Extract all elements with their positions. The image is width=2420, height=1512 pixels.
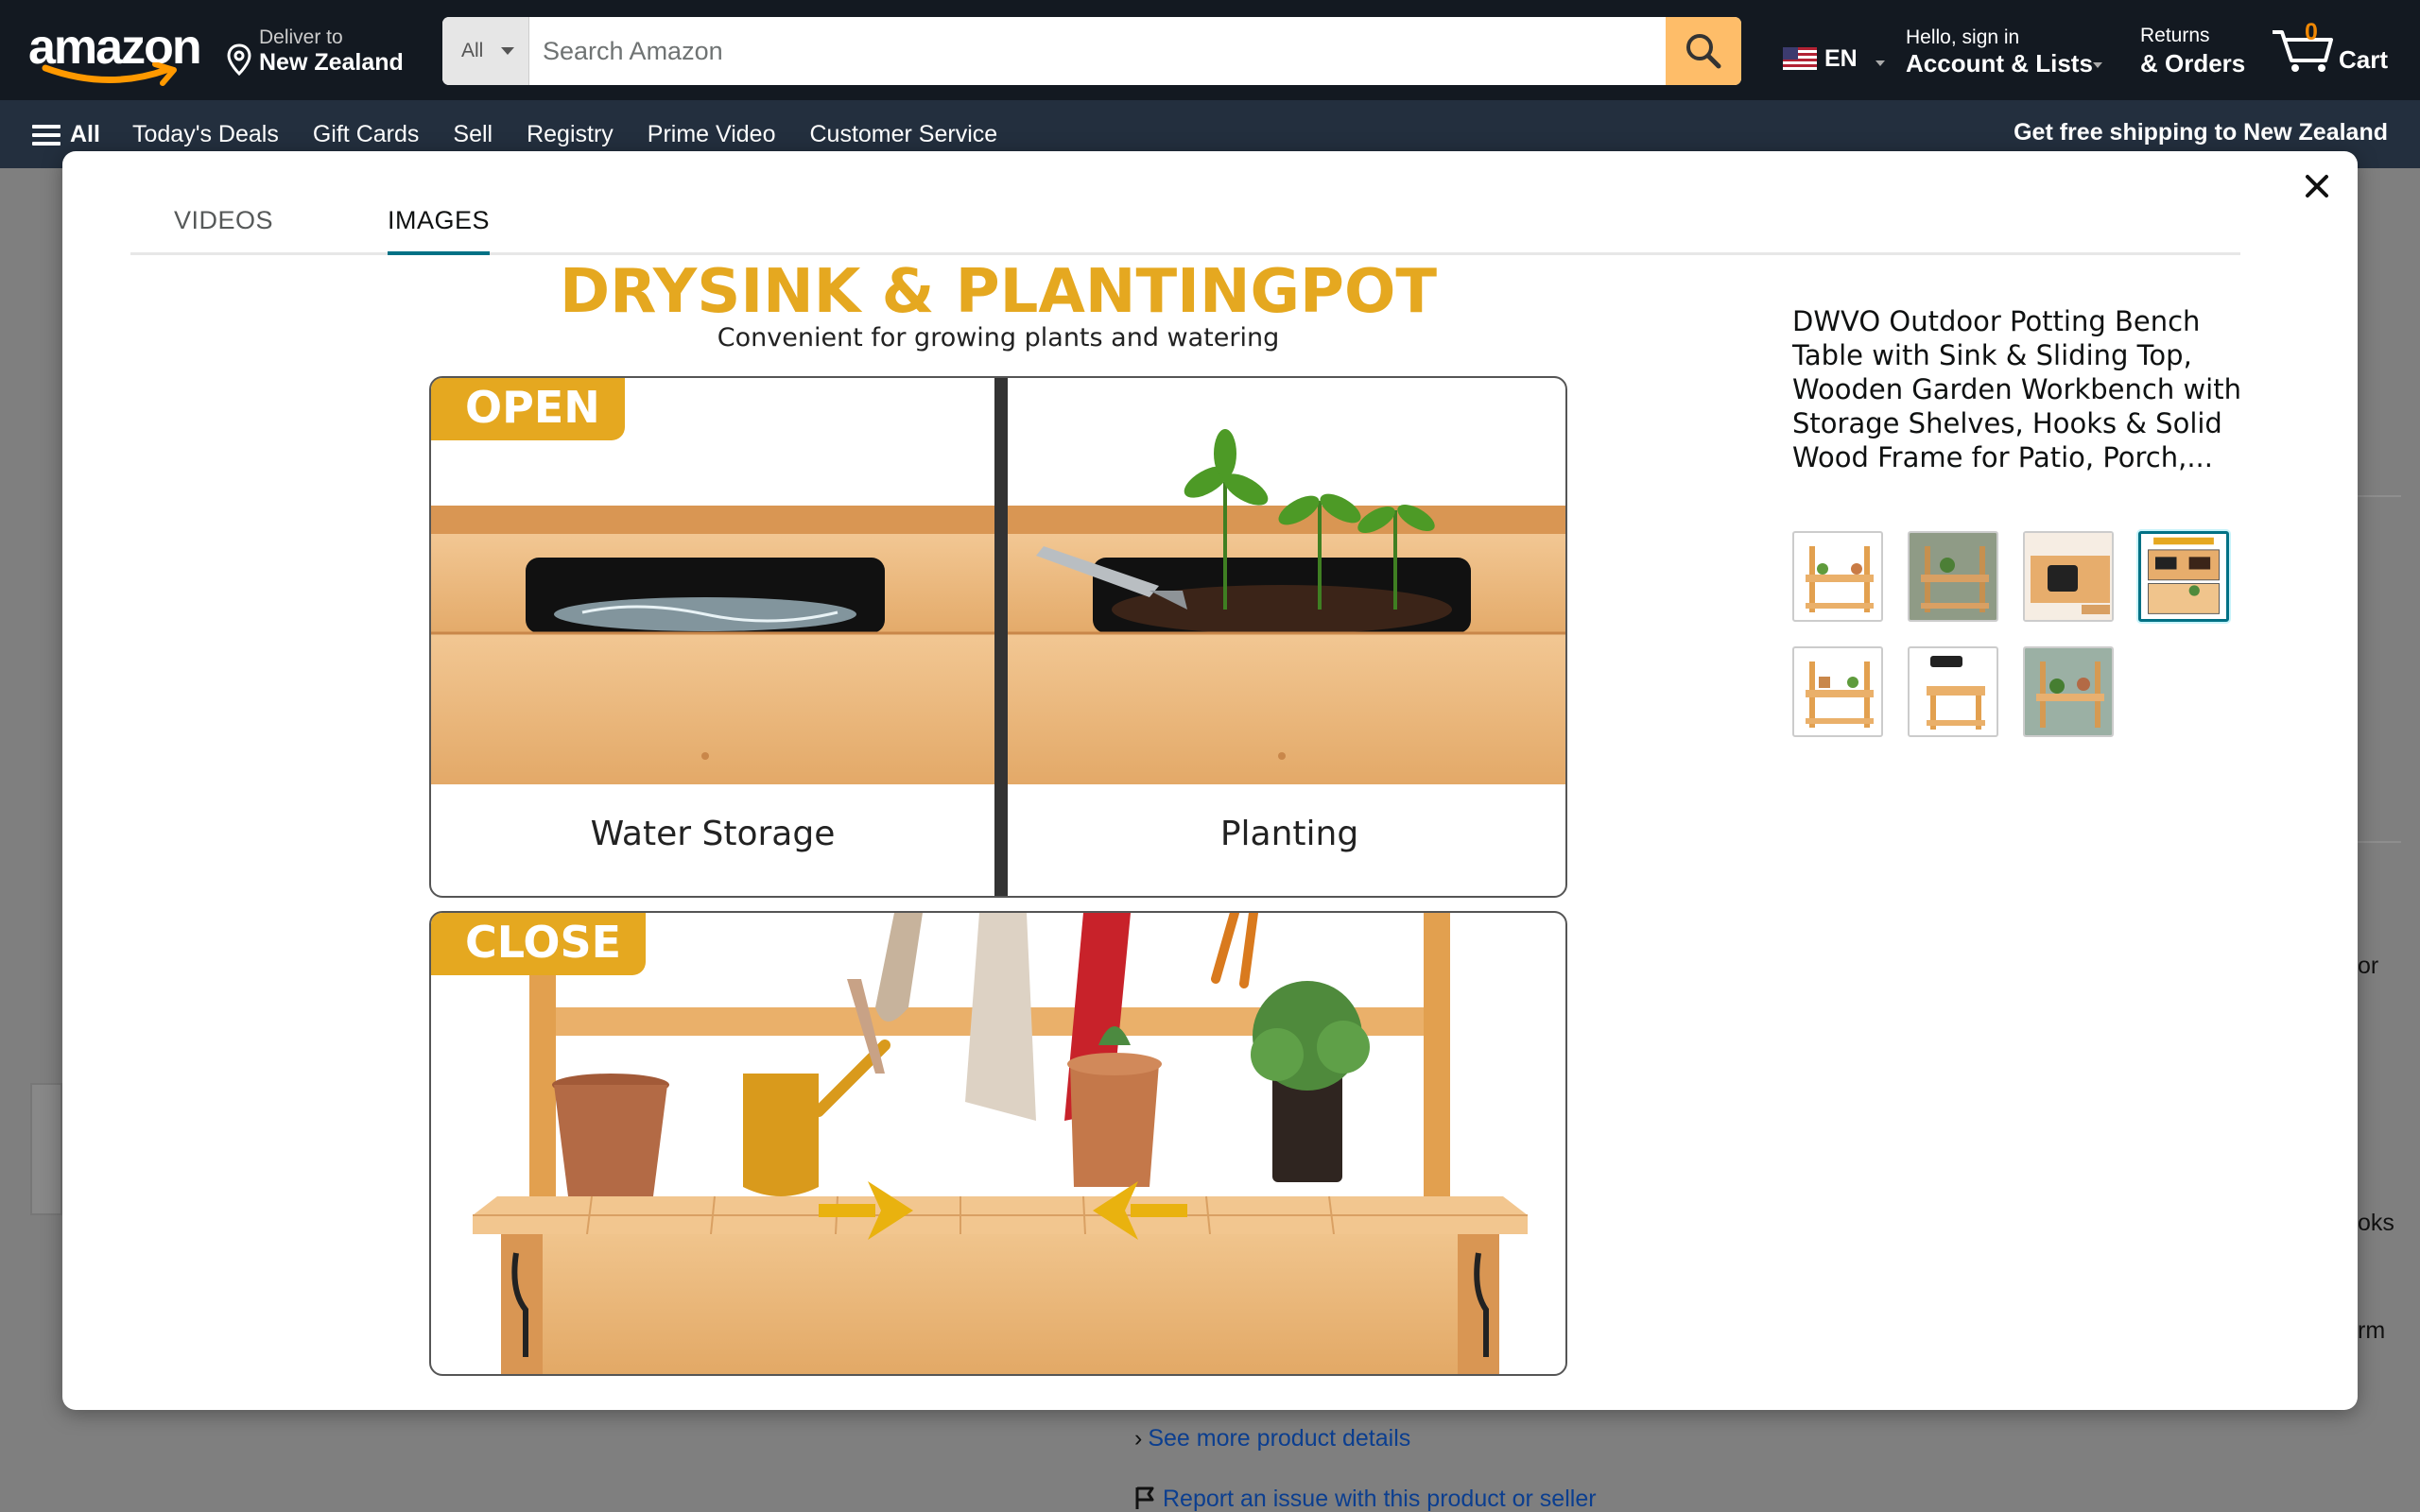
- deliver-location: New Zealand: [259, 49, 404, 76]
- thumbnail-6[interactable]: [1908, 646, 1998, 737]
- returns-label: Returns: [2140, 25, 2210, 46]
- flag-icon: [1135, 1486, 1154, 1509]
- thumbnail-image: [2025, 533, 2112, 620]
- background-text-fragment: rm: [2358, 1317, 2386, 1344]
- close-panel-illustration: [473, 913, 1528, 1374]
- account-menu[interactable]: Hello, sign in Account & Lists: [1906, 25, 2114, 81]
- thumbnail-7[interactable]: [2023, 646, 2114, 737]
- us-flag-icon: [1783, 47, 1817, 70]
- chevron-down-icon: [1876, 60, 1885, 66]
- location-pin-icon: [227, 43, 251, 76]
- language-label: EN: [1824, 45, 1858, 72]
- account-lists-label: Account & Lists: [1906, 49, 2093, 77]
- amazon-logo[interactable]: amazon: [28, 17, 202, 86]
- chevron-down-icon: [501, 47, 514, 55]
- nav-link-customer-service[interactable]: Customer Service: [809, 121, 997, 148]
- product-title: DWVO Outdoor Potting Bench Table with Si…: [1792, 305, 2241, 473]
- nav-link-gift-cards[interactable]: Gift Cards: [313, 121, 420, 148]
- thumbnail-2[interactable]: [1908, 531, 1998, 622]
- nav-link-sell[interactable]: Sell: [453, 121, 493, 148]
- cart-icon: [2273, 30, 2333, 72]
- search-input[interactable]: [529, 17, 1654, 85]
- tab-videos[interactable]: VIDEOS: [174, 206, 273, 255]
- nav-link-registry[interactable]: Registry: [527, 121, 614, 148]
- see-more-details-link[interactable]: › See more product details: [1134, 1425, 1410, 1452]
- thumbnail-image: [1806, 546, 1874, 612]
- nav-belt: amazon Deliver to New Zealand All Search…: [0, 0, 2420, 100]
- close-badge: CLOSE: [431, 913, 647, 975]
- see-more-details-label: See more product details: [1148, 1425, 1411, 1452]
- all-menu-label: All: [70, 121, 100, 147]
- background-text-fragment: oks: [2358, 1210, 2394, 1236]
- thumbnail-image: [2025, 648, 2112, 735]
- account-greeting: Hello, sign in: [1906, 26, 2020, 48]
- thumbnail-image: [1806, 662, 1874, 728]
- media-tabs: VIDEOS IMAGES: [130, 206, 2240, 255]
- image-subline: Convenient for growing plants and wateri…: [717, 323, 1280, 352]
- thumbnail-4[interactable]: [2138, 531, 2229, 622]
- image-viewer-modal: VIDEOS IMAGES DRYSINK & PLANTINGPOT Conv…: [62, 151, 2358, 1410]
- main-product-image[interactable]: DRYSINK & PLANTINGPOT Convenient for gro…: [365, 257, 1575, 1406]
- thumbnail-image: [1910, 533, 1996, 620]
- divider: [2358, 841, 2401, 843]
- search-category-dropdown[interactable]: All: [442, 17, 529, 85]
- water-storage-caption: Water Storage: [590, 815, 836, 853]
- search-icon: [1686, 34, 1721, 69]
- background-thumbnail: [30, 1083, 62, 1215]
- deliver-label: Deliver to: [259, 26, 343, 48]
- chevron-right-icon: ›: [1134, 1425, 1143, 1452]
- cart-count: 0: [2305, 19, 2318, 45]
- cart-button[interactable]: 0 Cart: [2271, 17, 2403, 83]
- search-button[interactable]: [1666, 17, 1741, 85]
- divider: [2358, 495, 2401, 497]
- thumbnail-image: [1927, 656, 1985, 730]
- thumbnail-grid: [1792, 531, 2246, 758]
- nav-links: Today's Deals Gift Cards Sell Registry P…: [132, 121, 997, 148]
- panel-divider: [994, 378, 1008, 896]
- thumbnail-1[interactable]: [1792, 531, 1883, 622]
- close-panel: CLOSE: [429, 911, 1567, 1376]
- search-category-label: All: [461, 40, 484, 61]
- deliver-to[interactable]: Deliver to New Zealand: [227, 23, 425, 79]
- planting-caption: Planting: [1219, 815, 1359, 853]
- orders-label: & Orders: [2140, 49, 2246, 77]
- background-text-fragment: or: [2358, 953, 2379, 979]
- tab-images[interactable]: IMAGES: [388, 206, 491, 255]
- shipping-promo[interactable]: Get free shipping to New Zealand: [2014, 119, 2388, 146]
- nav-link-prime-video[interactable]: Prime Video: [648, 121, 776, 148]
- thumbnail-5[interactable]: [1792, 646, 1883, 737]
- thumbnail-image: [2148, 537, 2220, 614]
- nav-link-todays-deals[interactable]: Today's Deals: [132, 121, 279, 148]
- cart-label: Cart: [2339, 45, 2389, 74]
- search-bar: All: [442, 17, 1741, 85]
- logo-smile-icon: [42, 62, 177, 86]
- report-issue-link[interactable]: Report an issue with this product or sel…: [1134, 1486, 1597, 1512]
- returns-orders[interactable]: Returns & Orders: [2140, 25, 2263, 81]
- chevron-down-icon: [2093, 62, 2102, 68]
- thumbnail-3[interactable]: [2023, 531, 2114, 622]
- close-icon[interactable]: [2297, 166, 2337, 206]
- report-issue-label: Report an issue with this product or sel…: [1163, 1486, 1597, 1512]
- open-badge: OPEN: [431, 378, 625, 440]
- open-panel: OPEN Water Storage Planting: [429, 376, 1567, 898]
- image-headline: DRYSINK & PLANTINGPOT: [560, 257, 1437, 327]
- hamburger-icon: [32, 125, 60, 147]
